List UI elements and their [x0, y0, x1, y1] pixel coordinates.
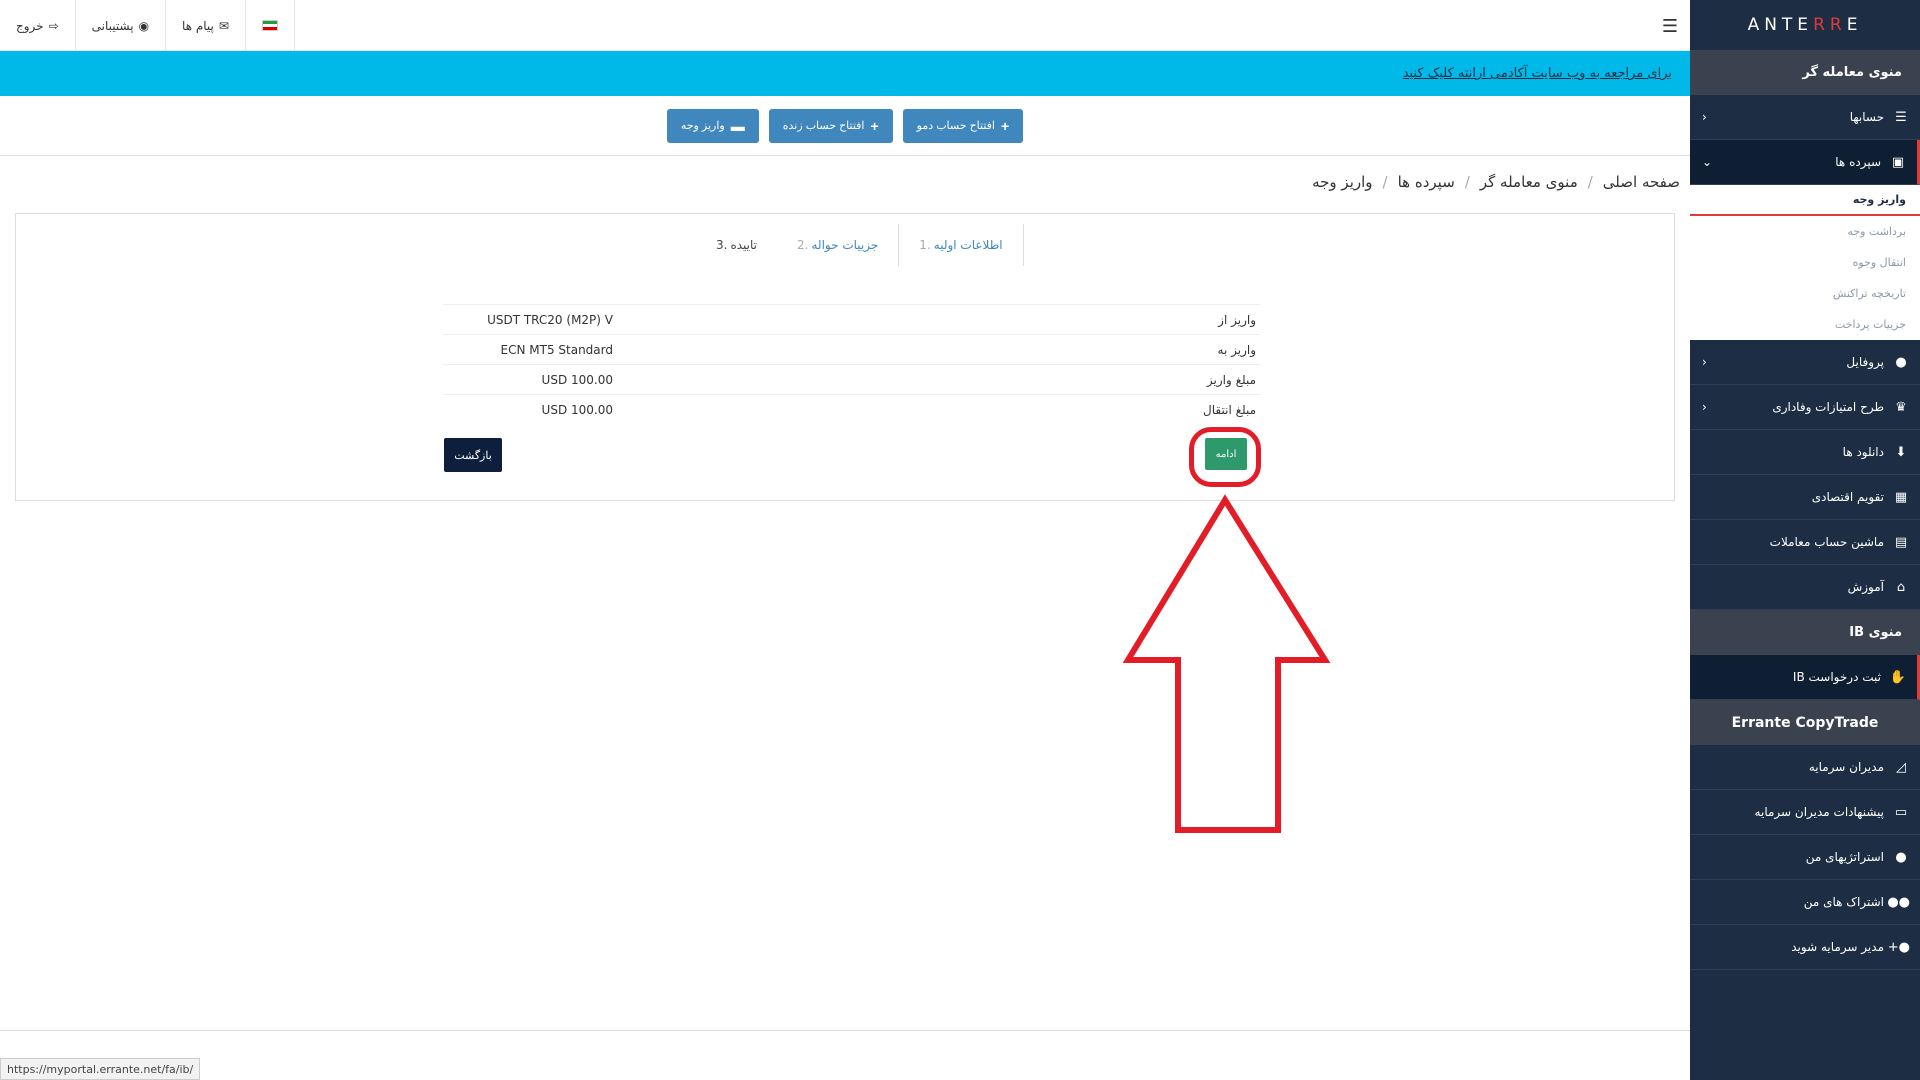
chart-icon: ◿	[1896, 759, 1906, 775]
sidebar-item-loyalty[interactable]: ♛ طرح امتیازات وفاداری ‹	[1690, 385, 1920, 430]
iran-flag-icon	[261, 20, 278, 31]
step-transfer-details[interactable]: جزییات حواله .2	[777, 224, 898, 266]
academy-notice-bar: برای مراجعه به وب سایت آکادمی ارانته کلی…	[0, 51, 1690, 96]
submenu-withdraw[interactable]: برداشت وجه	[1690, 216, 1920, 247]
user-icon: ●	[1895, 849, 1907, 865]
hamburger-menu-icon[interactable]: ☰	[1662, 16, 1678, 37]
top-actions: ⇨ خروج ◉ پشتیبانی ✉ پیام ها	[0, 0, 295, 51]
user-icon: ●	[1895, 354, 1907, 370]
sidebar-header-copytrade: Errante CopyTrade	[1690, 700, 1920, 745]
credit-card-icon: ▬	[730, 117, 745, 134]
calculator-icon: ▤	[1894, 534, 1908, 550]
chevron-left-icon: ‹	[1702, 400, 1707, 414]
calendar-icon: ▦	[1894, 489, 1908, 505]
envelope-icon: ✉	[218, 18, 229, 33]
deposit-button[interactable]: ▬ واریز وجه	[666, 108, 759, 143]
breadcrumb-home[interactable]: صفحه اصلی	[1603, 173, 1680, 191]
sidebar-item-my-subscriptions[interactable]: ●● اشتراک های من	[1690, 880, 1920, 925]
sidebar-header-ib-menu: منوی IB	[1690, 610, 1920, 655]
chevron-left-icon: ‹	[1702, 355, 1707, 369]
action-buttons-bar: + افتتاح حساب دمو + افتتاح حساب زنده ▬ و…	[0, 96, 1690, 156]
open-live-account-button[interactable]: + افتتاح حساب زنده	[768, 108, 893, 143]
plus-icon: +	[870, 117, 879, 134]
list-icon: ☰	[1895, 109, 1907, 125]
user-plus-icon: ●+	[1887, 939, 1910, 955]
open-demo-account-button[interactable]: + افتتاح حساب دمو	[902, 108, 1024, 143]
step-basic-info[interactable]: اطلاعات اولیه .1	[898, 224, 1024, 266]
summary-row: مبلغ واریز USD 100.00	[443, 364, 1260, 394]
breadcrumb-separator: /	[1464, 173, 1470, 191]
summary-row: واریز از USDT TRC20 (M2P) V	[443, 304, 1260, 334]
highlight-circle	[1189, 427, 1261, 487]
sidebar-item-ib-request[interactable]: ✋ ثبت درخواست IB	[1690, 655, 1920, 700]
logout-icon: ⇨	[48, 18, 59, 33]
handshake-icon: ✋	[1889, 669, 1907, 685]
support-icon: ◉	[138, 18, 150, 33]
academy-link[interactable]: برای مراجعه به وب سایت آکادمی ارانته کلی…	[1403, 66, 1672, 81]
footer-divider	[0, 1030, 1690, 1031]
plus-icon: +	[1000, 117, 1010, 134]
sidebar-item-profile[interactable]: ● پروفایل ‹	[1690, 340, 1920, 385]
sidebar-item-deposits[interactable]: ▣ سپرده ها ⌄	[1690, 140, 1920, 185]
submenu-history[interactable]: تاریخچه تراکنش	[1690, 278, 1920, 309]
messages-button[interactable]: ✉ پیام ها	[166, 0, 246, 51]
sidebar-item-become-manager[interactable]: ●+ مدیر سرمایه شوید	[1690, 925, 1920, 970]
trophy-icon: ♛	[1895, 399, 1907, 415]
submenu-transfer[interactable]: انتقال وجوه	[1690, 247, 1920, 278]
sidebar-item-my-strategies[interactable]: ● استراتژیهای من	[1690, 835, 1920, 880]
breadcrumb-separator: /	[1382, 173, 1388, 191]
red-arrow-annotation	[1122, 494, 1331, 833]
sidebar-item-calendar[interactable]: ▦ تقویم اقتصادی	[1690, 475, 1920, 520]
users-icon: ●●	[1887, 894, 1910, 910]
back-button[interactable]: بازگشت	[444, 438, 502, 472]
sidebar-item-manager-offers[interactable]: ▭ پیشنهادات مدیران سرمایه	[1690, 790, 1920, 835]
wizard-steps: اطلاعات اولیه .1 جزییات حواله .2 تاییده …	[696, 224, 1024, 266]
wallet-icon: ▣	[1891, 154, 1905, 170]
breadcrumb-separator: /	[1587, 173, 1593, 191]
bank-icon: ⌂	[1896, 579, 1906, 595]
sidebar: E RR ANTE منوی معامله گر ☰ حسابها ‹ ▣ سپرد…	[1690, 0, 1920, 1080]
logout-button[interactable]: ⇨ خروج	[0, 0, 76, 51]
submenu-payment-details[interactable]: جزییات پرداخت	[1690, 309, 1920, 340]
chevron-left-icon: ‹	[1702, 110, 1707, 124]
deposits-submenu: واریز وجه برداشت وجه انتقال وجوه تاریخچه…	[1690, 185, 1920, 340]
breadcrumb: صفحه اصلی / منوی معامله گر / سپرده ها / …	[1312, 173, 1680, 191]
sidebar-item-education[interactable]: ⌂ آموزش	[1690, 565, 1920, 610]
chevron-down-icon: ⌄	[1702, 155, 1713, 169]
breadcrumb-deposits[interactable]: سپرده ها	[1398, 173, 1455, 191]
summary-row: واریز به ECN MT5 Standard	[443, 334, 1260, 364]
breadcrumb-current: واریز وجه	[1312, 173, 1373, 191]
deposit-wizard-panel: اطلاعات اولیه .1 جزییات حواله .2 تاییده …	[15, 213, 1675, 501]
language-selector[interactable]	[246, 0, 295, 51]
download-icon: ⬇	[1895, 444, 1907, 460]
sidebar-item-calculator[interactable]: ▤ ماشین حساب معاملات	[1690, 520, 1920, 565]
errante-logo[interactable]: E RR ANTE	[1690, 0, 1920, 50]
step-confirmation[interactable]: تاییده .3	[696, 224, 777, 266]
summary-row: مبلغ انتقال USD 100.00	[443, 394, 1260, 424]
sidebar-item-downloads[interactable]: ⬇ دانلود ها	[1690, 430, 1920, 475]
top-bar: ⇨ خروج ◉ پشتیبانی ✉ پیام ها ☰	[0, 0, 1690, 51]
support-button[interactable]: ◉ پشتیبانی	[76, 0, 167, 51]
sidebar-item-managers[interactable]: ◿ مدیران سرمایه	[1690, 745, 1920, 790]
submenu-deposit[interactable]: واریز وجه	[1690, 185, 1920, 216]
browser-status-url: https://myportal.errante.net/fa/ib/	[0, 1058, 201, 1080]
sidebar-header-trader-menu: منوی معامله گر	[1690, 50, 1920, 95]
breadcrumb-trader-menu[interactable]: منوی معامله گر	[1480, 173, 1578, 191]
card-icon: ▭	[1894, 804, 1908, 820]
deposit-summary: واریز از USDT TRC20 (M2P) V واریز به ECN…	[443, 304, 1260, 424]
sidebar-item-accounts[interactable]: ☰ حسابها ‹	[1690, 95, 1920, 140]
